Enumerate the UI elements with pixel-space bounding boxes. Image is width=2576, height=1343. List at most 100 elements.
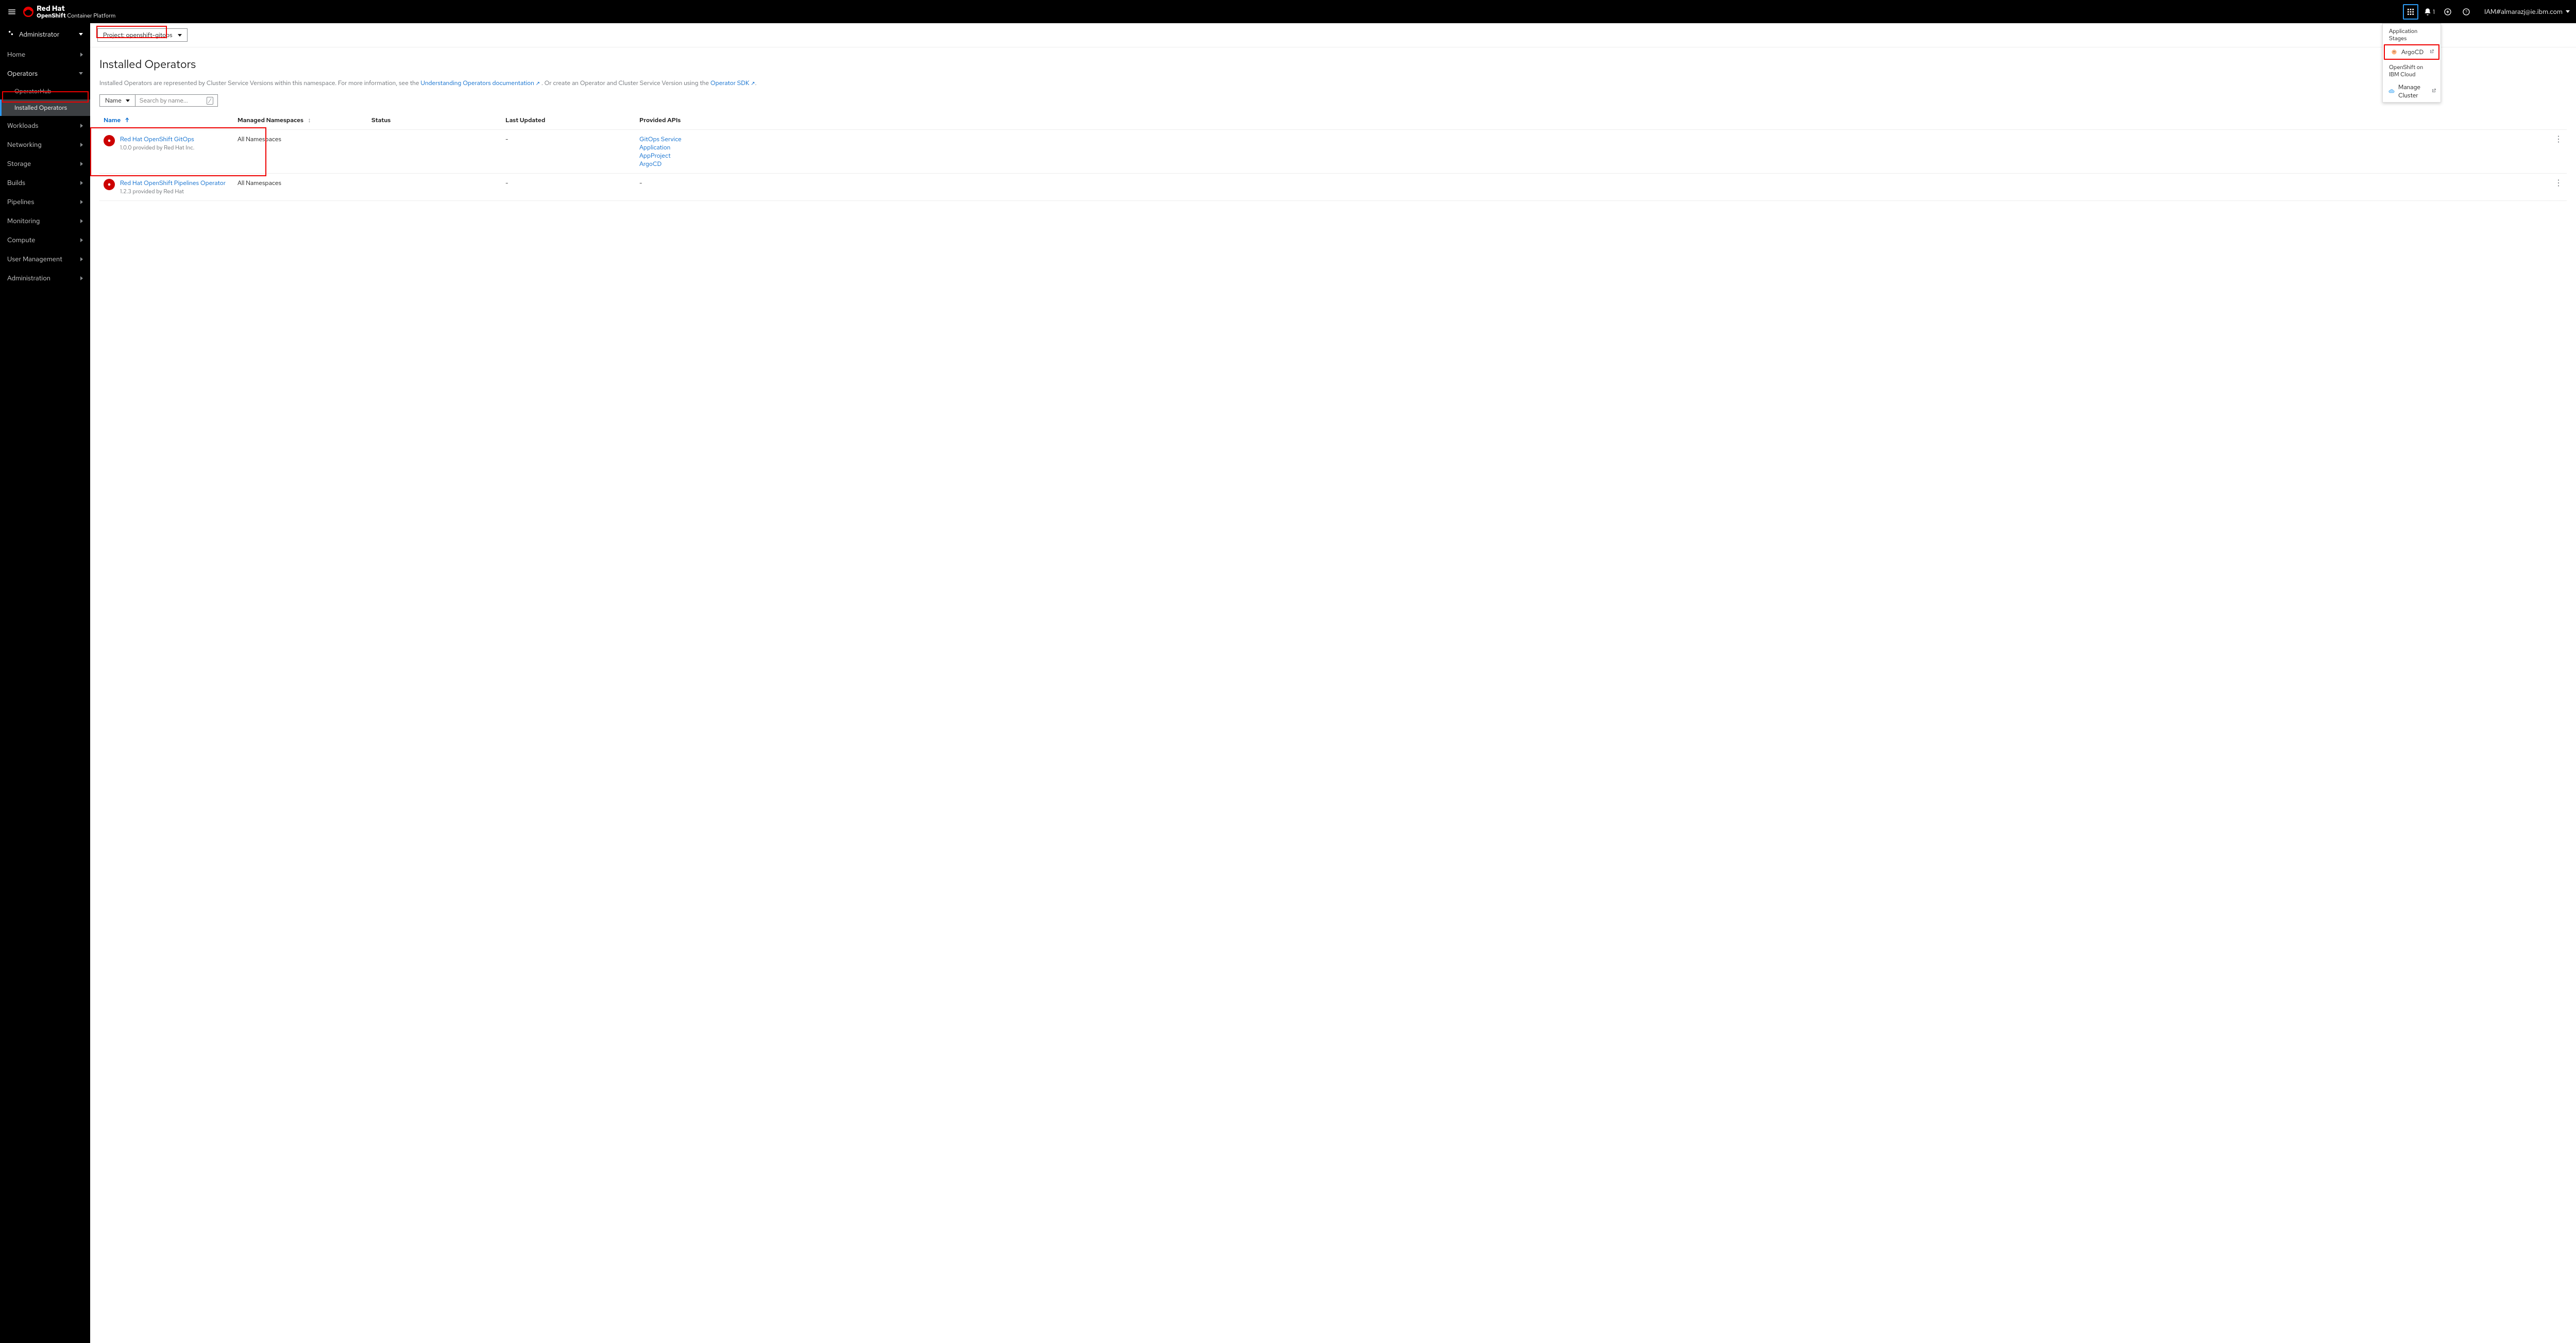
launcher-item-label: ArgoCD (2401, 48, 2424, 56)
nav-item-storage[interactable]: Storage (0, 154, 90, 173)
chevron-down-icon (178, 34, 182, 37)
nav-label: Storage (7, 159, 31, 168)
search-wrapper: / (135, 94, 218, 107)
bell-icon (2424, 8, 2432, 16)
filter-attribute-dropdown[interactable]: Name (99, 94, 135, 107)
provided-api-link[interactable]: AppProject (639, 152, 2546, 160)
cell-status (367, 130, 501, 174)
chevron-right-icon (80, 257, 83, 261)
nav-toggle-button[interactable] (0, 0, 23, 23)
filter-attribute-label: Name (105, 96, 122, 105)
nav-sub-operatorhub[interactable]: OperatorHub (0, 83, 90, 99)
app-launcher-panel: Application Stages ArgoCD OpenShift on I… (2382, 23, 2441, 103)
launcher-item-label: Manage Cluster (2398, 83, 2435, 99)
launcher-item-manage-cluster[interactable]: Manage Cluster (2383, 80, 2441, 102)
user-menu[interactable]: IAM#almarazj@ie.ibm.com (2484, 7, 2570, 16)
row-actions-kebab[interactable]: ⋮ (2550, 130, 2567, 174)
page-description: Installed Operators are represented by C… (99, 79, 2567, 87)
chevron-down-icon (79, 72, 83, 75)
provided-api-link[interactable]: ArgoCD (639, 160, 2546, 168)
link-operator-sdk[interactable]: Operator SDK ↗ (710, 79, 755, 87)
sidenav: Administrator Home Operators OperatorHub… (0, 23, 90, 1343)
nav-item-user-management[interactable]: User Management (0, 249, 90, 268)
nav-label: Operators (7, 69, 38, 78)
filter-row: Name / (99, 94, 2567, 107)
col-name[interactable]: Name ↑ (99, 112, 233, 130)
svg-text:?: ? (2465, 9, 2467, 14)
col-provided-apis[interactable]: Provided APIs (635, 112, 2550, 130)
keyboard-shortcut-hint: / (207, 97, 213, 105)
nav-sub-operators: OperatorHub Installed Operators (0, 83, 90, 116)
app-launcher-button[interactable] (2403, 4, 2418, 20)
nav-label: Administration (7, 274, 50, 282)
provided-api-link[interactable]: Application (639, 143, 2546, 152)
chevron-right-icon (80, 53, 83, 57)
nav-item-compute[interactable]: Compute (0, 230, 90, 249)
chevron-down-icon (2566, 10, 2570, 13)
chevron-right-icon (80, 219, 83, 223)
nav-item-builds[interactable]: Builds (0, 173, 90, 192)
project-label: Project: openshift-gitops (103, 31, 173, 39)
chevron-right-icon (80, 143, 83, 147)
user-label: IAM#almarazj@ie.ibm.com (2484, 7, 2563, 16)
nav-item-workloads[interactable]: Workloads (0, 116, 90, 135)
search-input[interactable] (140, 96, 201, 105)
project-dropdown[interactable]: Project: openshift-gitops (97, 28, 188, 42)
link-understanding-operators[interactable]: Understanding Operators documentation ↗ (420, 79, 540, 87)
external-link-icon: ↗ (536, 80, 540, 87)
table-header-row: Name ↑ Managed Namespaces ↕ Status Last … (99, 112, 2567, 130)
cell-last-updated: - (501, 174, 635, 201)
notification-count: 1 (2433, 8, 2435, 16)
page-title: Installed Operators (99, 57, 2567, 72)
col-status[interactable]: Status (367, 112, 501, 130)
cogs-icon (7, 30, 16, 39)
nav-item-monitoring[interactable]: Monitoring (0, 211, 90, 230)
chevron-right-icon (80, 181, 83, 185)
provided-api-link[interactable]: GitOps Service (639, 135, 2546, 143)
cell-last-updated: - (501, 130, 635, 174)
grid-icon (2406, 8, 2415, 16)
perspective-label: Administrator (19, 30, 59, 39)
cell-provided-apis: GitOps ServiceApplicationAppProjectArgoC… (635, 130, 2550, 174)
hamburger-icon (7, 7, 16, 16)
chevron-right-icon (80, 238, 83, 242)
cell-managed-namespaces: All Namespaces (233, 174, 367, 201)
nav-label: Compute (7, 236, 36, 244)
cell-provided-apis: - (635, 174, 2550, 201)
nav-item-home[interactable]: Home (0, 45, 90, 64)
col-last-updated[interactable]: Last Updated (501, 112, 635, 130)
operator-name-link[interactable]: Red Hat OpenShift GitOps (120, 135, 194, 143)
operator-subtitle: 1.2.3 provided by Red Hat (120, 188, 226, 195)
operator-name-link[interactable]: Red Hat OpenShift Pipelines Operator (120, 179, 226, 187)
notifications-button[interactable]: 1 (2421, 4, 2437, 20)
nav-item-operators[interactable]: Operators (0, 64, 90, 83)
nav-item-pipelines[interactable]: Pipelines (0, 192, 90, 211)
brand[interactable]: Red Hat OpenShift Container Platform (23, 4, 115, 20)
nav-label: Workloads (7, 121, 38, 130)
chevron-down-icon (79, 33, 83, 36)
chevron-right-icon (80, 162, 83, 166)
masthead: Red Hat OpenShift Container Platform 1 ?… (0, 0, 2576, 23)
perspective-switcher[interactable]: Administrator (0, 23, 90, 45)
nav-sub-installed-operators[interactable]: Installed Operators (0, 99, 90, 116)
chevron-right-icon (80, 276, 83, 280)
cell-status (367, 174, 501, 201)
sort-icon: ↕ (308, 116, 311, 124)
table-row: Red Hat OpenShift Pipelines Operator1.2.… (99, 174, 2567, 201)
help-button[interactable]: ? (2459, 4, 2474, 20)
chevron-down-icon (126, 99, 130, 102)
nav-item-networking[interactable]: Networking (0, 135, 90, 154)
launcher-group-title: OpenShift on IBM Cloud (2383, 60, 2441, 80)
sort-asc-icon: ↑ (125, 116, 129, 124)
col-managed-namespaces[interactable]: Managed Namespaces ↕ (233, 112, 367, 130)
launcher-group-title: Application Stages (2383, 24, 2441, 44)
launcher-item-argocd[interactable]: ArgoCD (2384, 44, 2439, 60)
redhat-logo-icon (23, 7, 33, 17)
nav-label: Monitoring (7, 216, 40, 225)
project-toolbar: Project: openshift-gitops (90, 23, 2576, 47)
nav-item-administration[interactable]: Administration (0, 268, 90, 288)
operators-table: Name ↑ Managed Namespaces ↕ Status Last … (99, 112, 2567, 201)
import-button[interactable] (2440, 4, 2455, 20)
row-actions-kebab[interactable]: ⋮ (2550, 174, 2567, 201)
operator-logo-icon (104, 135, 115, 146)
